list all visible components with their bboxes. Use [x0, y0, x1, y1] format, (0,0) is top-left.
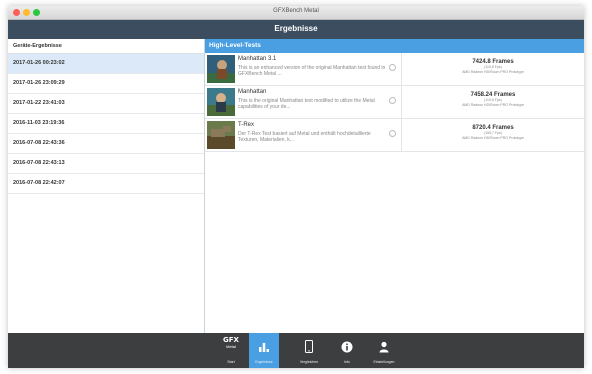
tab-start[interactable]: GFX Metal Start: [216, 333, 246, 368]
tab-label: Vergleichen: [299, 360, 319, 364]
page-title: Ergebnisse: [274, 24, 318, 33]
result-date-item[interactable]: 2016-07-08 22:42:07: [8, 174, 204, 194]
tab-label: Start: [227, 360, 235, 364]
result-date-item[interactable]: 2017-01-26 23:09:29: [8, 74, 204, 94]
sidebar-header: Geräte-Ergebnisse: [8, 39, 204, 54]
result-date-item[interactable]: 2016-07-08 22:43:36: [8, 134, 204, 154]
tab-settings[interactable]: Einstellungen: [369, 333, 399, 368]
app-window: GFXBench Metal Ergebnisse Geräte-Ergebni…: [8, 6, 584, 368]
info-circle-icon[interactable]: [389, 64, 396, 71]
test-result: 8720.4 Frames (155,7 Fps) AMD Radeon HD/…: [405, 125, 581, 140]
result-device: AMD Radeon HD/Room PRO Prototype: [462, 135, 524, 140]
result-date-item[interactable]: 2016-07-08 22:43:13: [8, 154, 204, 174]
info-circle-icon[interactable]: [389, 97, 396, 104]
result-device: AMD Radeon HD/Room PRO Prototype: [462, 102, 524, 107]
section-header: High-Level-Tests: [205, 39, 584, 53]
test-result: 7424.8 Frames (119,8 Fps) AMD Radeon HD/…: [405, 59, 581, 74]
person-icon: [369, 339, 399, 355]
results-sidebar: Geräte-Ergebnisse 2017-01-26 00:23:02 20…: [8, 39, 205, 333]
test-description: This is the original Manhattan test modi…: [238, 98, 375, 110]
result-date-item[interactable]: 2016-11-03 23:19:36: [8, 114, 204, 134]
manhattan-thumbnail: [207, 88, 235, 116]
bottom-tab-bar: GFX Metal Start Ergebnisse Vergleichen I…: [8, 333, 584, 368]
result-date-item[interactable]: 2017-01-22 23:41:03: [8, 94, 204, 114]
column-divider: [401, 86, 402, 118]
test-description: Der T-Rex Test basiert auf Metal und ent…: [238, 131, 371, 143]
test-result: 7458.24 Frames (119,6 Fps) AMD Radeon HD…: [405, 92, 581, 107]
tab-info[interactable]: Info: [332, 333, 362, 368]
tab-label: Info: [344, 360, 350, 364]
nav-bar: Ergebnisse: [8, 20, 584, 39]
test-name: T-Rex: [238, 122, 255, 128]
trex-thumbnail: [207, 121, 235, 149]
tab-label: Einstellungen: [373, 360, 395, 364]
test-description: This is an enhanced version of the origi…: [238, 65, 386, 77]
info-circle-icon[interactable]: [389, 130, 396, 137]
window-titlebar: GFXBench Metal: [8, 6, 584, 20]
logo-gfx: GFX: [223, 336, 239, 344]
gfx-metal-logo-icon: GFX Metal: [216, 337, 246, 353]
test-row-manhattan31[interactable]: Manhattan 3.1 This is an enhanced versio…: [205, 53, 584, 86]
test-name: Manhattan: [238, 89, 267, 95]
manhattan31-thumbnail: [207, 55, 235, 83]
logo-metal: Metal: [226, 344, 236, 349]
tab-label: Ergebnisse: [255, 360, 273, 364]
test-name: Manhattan 3.1: [238, 56, 277, 62]
bar-chart-icon: [249, 339, 279, 355]
result-date-item[interactable]: 2017-01-26 00:23:02: [8, 54, 204, 74]
window-title: GFXBench Metal: [273, 8, 319, 14]
phone-icon: [294, 339, 324, 355]
test-row-trex[interactable]: T-Rex Der T-Rex Test basiert auf Metal u…: [205, 119, 584, 152]
results-main: High-Level-Tests Manhattan 3.1 This is a…: [205, 39, 584, 333]
column-divider: [401, 53, 402, 85]
result-device: AMD Radeon HD/Room PRO Prototype: [462, 69, 524, 74]
tab-results[interactable]: Ergebnisse: [249, 333, 279, 368]
column-divider: [401, 119, 402, 151]
info-icon: [332, 339, 362, 355]
test-row-manhattan[interactable]: Manhattan This is the original Manhattan…: [205, 86, 584, 119]
tab-compare[interactable]: Vergleichen: [294, 333, 324, 368]
